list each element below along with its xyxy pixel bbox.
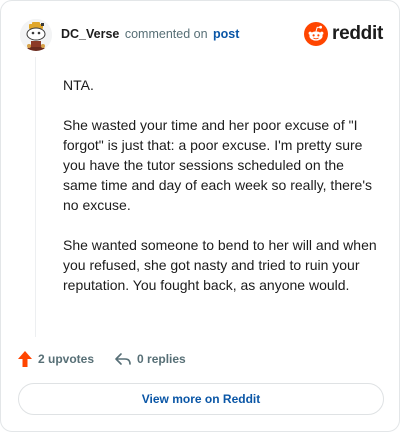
comment-meta: DC_Verse commented on post (61, 26, 239, 42)
avatar-image (20, 19, 52, 51)
reddit-snoo-icon (304, 22, 329, 46)
comment-header: DC_Verse commented on post reddit (17, 16, 383, 52)
reddit-wordmark: reddit (332, 23, 383, 44)
comment-paragraph: She wanted someone to bend to her will a… (63, 237, 377, 293)
upvotes-count: 2 upvotes (38, 352, 95, 366)
view-more-on-reddit-button[interactable]: View more on Reddit (18, 383, 384, 415)
reddit-logo[interactable]: reddit (304, 21, 383, 47)
comment-actions: 2 upvotes 0 replies (17, 349, 206, 369)
replies-button[interactable]: 0 replies (114, 351, 186, 367)
comment-body: NTA. She wasted your time and her poor e… (63, 75, 381, 315)
comment-paragraph: She wasted your time and her poor excuse… (63, 117, 373, 213)
reddit-comment-embed: DC_Verse commented on post reddit NTA. S… (0, 0, 400, 432)
comment-paragraph: NTA. (63, 77, 94, 93)
post-link[interactable]: post (213, 27, 239, 41)
upvote-arrow-icon (18, 351, 32, 367)
reply-arrow-icon (115, 353, 131, 365)
upvote-button[interactable]: 2 upvotes (17, 350, 94, 368)
thread-line (35, 57, 36, 337)
username-link[interactable]: DC_Verse (61, 27, 119, 41)
user-avatar[interactable] (20, 19, 52, 51)
action-text: commented on (124, 27, 208, 41)
replies-count: 0 replies (137, 352, 186, 366)
